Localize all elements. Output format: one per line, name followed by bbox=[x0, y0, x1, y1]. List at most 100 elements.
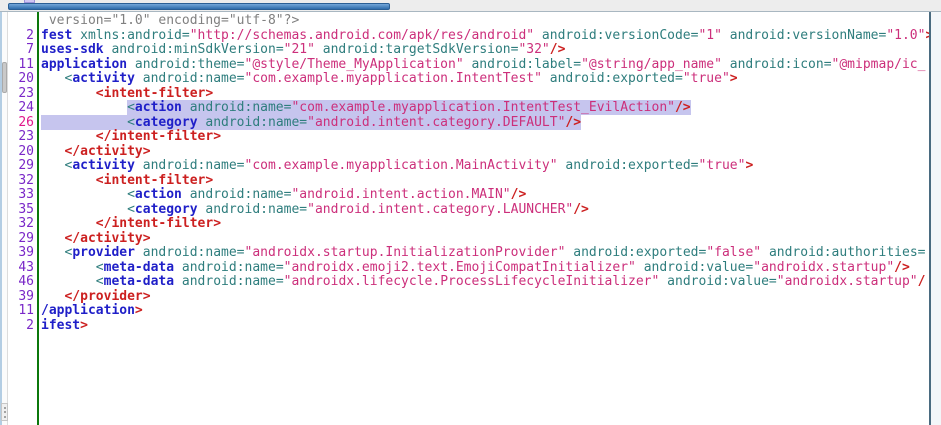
horizontal-scrollbar-track[interactable] bbox=[0, 0, 941, 12]
code-line[interactable]: 35 <category android:name="android.inten… bbox=[8, 203, 929, 218]
code-text: </intent-filter> bbox=[34, 216, 221, 231]
code-segment: android:name= bbox=[182, 260, 284, 275]
code-segment: "android.intent.category.LAUNCHER" bbox=[307, 202, 573, 217]
code-segment: android:name= bbox=[182, 274, 284, 289]
line-number[interactable]: 11 bbox=[8, 304, 34, 319]
code-segment: action bbox=[135, 100, 182, 115]
code-line[interactable]: 20 </activity> bbox=[8, 145, 929, 160]
code-line[interactable]: 23 </intent-filter> bbox=[8, 130, 929, 145]
code-line[interactable]: 29 <activity android:name="com.example.m… bbox=[8, 159, 929, 174]
code-segment: meta-data bbox=[104, 260, 174, 275]
code-segment: "1" bbox=[698, 28, 721, 43]
code-line[interactable]: 2fest xmlns:android="http://schemas.andr… bbox=[8, 29, 929, 44]
resize-grip[interactable] bbox=[1, 403, 8, 421]
code-line[interactable]: 46 <meta-data android:name="androidx.lif… bbox=[8, 275, 929, 290]
code-line[interactable]: 33 <action android:name="android.intent.… bbox=[8, 188, 929, 203]
code-line[interactable]: version="1.0" encoding="utf-8"?> bbox=[8, 14, 929, 29]
code-line[interactable]: 24 <action android:name="com.example.mya… bbox=[8, 101, 929, 116]
code-line[interactable]: 23 <intent-filter> bbox=[8, 87, 929, 102]
line-number[interactable]: 46 bbox=[8, 275, 34, 290]
code-line[interactable]: 2ifest> bbox=[8, 319, 929, 334]
code-segment bbox=[174, 274, 182, 289]
gutter-separator bbox=[37, 12, 39, 425]
code-segment: android:icon= bbox=[730, 57, 832, 72]
code-segment: activity bbox=[72, 158, 135, 173]
code-segment: android:authorities= bbox=[769, 245, 926, 260]
code-segment: android:name= bbox=[205, 202, 307, 217]
code-text: <action android:name="com.example.myappl… bbox=[34, 100, 691, 115]
code-segment: > bbox=[135, 303, 143, 318]
code-line[interactable]: 39 <provider android:name="androidx.star… bbox=[8, 246, 929, 261]
code-segment bbox=[534, 28, 542, 43]
code-segment bbox=[761, 245, 769, 260]
code-line[interactable]: 11/application> bbox=[8, 304, 929, 319]
line-number[interactable]: 24 bbox=[8, 101, 34, 116]
line-number[interactable]: 32 bbox=[8, 174, 34, 189]
code-segment bbox=[636, 260, 644, 275]
code-text: <activity android:name="com.example.myap… bbox=[34, 71, 738, 86]
code-segment: application bbox=[41, 57, 127, 72]
line-number[interactable]: 20 bbox=[8, 72, 34, 87]
line-number[interactable]: 11 bbox=[8, 58, 34, 73]
code-segment bbox=[182, 100, 190, 115]
code-segment: / bbox=[918, 274, 926, 289]
code-segment bbox=[41, 100, 127, 115]
code-segment: android:label= bbox=[471, 57, 581, 72]
code-segment: android:value= bbox=[667, 274, 777, 289]
line-number[interactable]: 7 bbox=[8, 43, 34, 58]
code-segment bbox=[41, 115, 127, 130]
code-line[interactable]: 11application android:theme="@style/Them… bbox=[8, 58, 929, 73]
code-segment bbox=[41, 173, 96, 188]
line-number[interactable]: 23 bbox=[8, 87, 34, 102]
code-line[interactable]: 32 </intent-filter> bbox=[8, 217, 929, 232]
line-number[interactable]: 20 bbox=[8, 145, 34, 160]
horizontal-scrollbar-thumb[interactable] bbox=[8, 3, 390, 10]
right-scrollbar-track[interactable] bbox=[931, 12, 941, 425]
code-segment: <intent-filter> bbox=[96, 86, 213, 101]
code-text: <meta-data android:name="androidx.emoji2… bbox=[34, 260, 910, 275]
code-text: <action android:name="android.intent.act… bbox=[34, 187, 526, 202]
code-segment: "com.example.myapplication.IntentTest_Ev… bbox=[291, 100, 675, 115]
line-number[interactable]: 39 bbox=[8, 290, 34, 305]
line-number[interactable]: 33 bbox=[8, 188, 34, 203]
code-line[interactable]: 43 <meta-data android:name="androidx.emo… bbox=[8, 261, 929, 276]
code-segment bbox=[659, 274, 667, 289]
line-number[interactable]: 2 bbox=[8, 319, 34, 334]
code-segment: /> bbox=[675, 100, 691, 115]
line-number[interactable]: 39 bbox=[8, 246, 34, 261]
code-segment: /> bbox=[573, 202, 589, 217]
code-line[interactable]: 32 <intent-filter> bbox=[8, 174, 929, 189]
line-number[interactable]: 29 bbox=[8, 232, 34, 247]
code-segment: </intent-filter> bbox=[96, 129, 221, 144]
code-segment: android:name= bbox=[190, 187, 292, 202]
line-number[interactable]: 23 bbox=[8, 130, 34, 145]
code-line[interactable]: 7uses-sdk android:minSdkVersion="21" and… bbox=[8, 43, 929, 58]
code-editor[interactable]: version="1.0" encoding="utf-8"?>2fest xm… bbox=[8, 12, 931, 425]
line-number[interactable]: 26 bbox=[8, 116, 34, 131]
code-line[interactable]: 26 <category android:name="android.inten… bbox=[8, 116, 929, 131]
code-segment bbox=[542, 71, 550, 86]
code-segment: android:minSdkVersion= bbox=[111, 42, 283, 57]
grip-dot bbox=[4, 411, 6, 413]
code-segment: "com.example.myapplication.IntentTest" bbox=[245, 71, 542, 86]
code-line[interactable]: 39 </provider> bbox=[8, 290, 929, 305]
code-segment: < bbox=[127, 100, 135, 115]
code-line[interactable]: 20 <activity android:name="com.example.m… bbox=[8, 72, 929, 87]
code-segment: android:name= bbox=[143, 158, 245, 173]
line-number[interactable]: 35 bbox=[8, 203, 34, 218]
code-segment bbox=[41, 129, 96, 144]
code-segment: version="1.0" encoding="utf-8"?> bbox=[41, 13, 299, 28]
code-segment: "androidx.emoji2.text.EmojiCompatInitial… bbox=[284, 260, 636, 275]
code-line[interactable]: 29 </activity> bbox=[8, 232, 929, 247]
line-number[interactable]: 29 bbox=[8, 159, 34, 174]
line-number[interactable]: 2 bbox=[8, 29, 34, 44]
code-segment: android:name= bbox=[143, 71, 245, 86]
code-segment bbox=[174, 260, 182, 275]
line-number[interactable]: 32 bbox=[8, 217, 34, 232]
code-text: uses-sdk android:minSdkVersion="21" andr… bbox=[34, 42, 565, 57]
left-scrollbar-thumb[interactable] bbox=[2, 62, 7, 93]
line-number[interactable]: 43 bbox=[8, 261, 34, 276]
left-scrollbar-track[interactable] bbox=[0, 12, 8, 425]
code-segment: android:targetSdkVersion= bbox=[323, 42, 519, 57]
code-segment: "@mipmap/ic_ bbox=[832, 57, 926, 72]
